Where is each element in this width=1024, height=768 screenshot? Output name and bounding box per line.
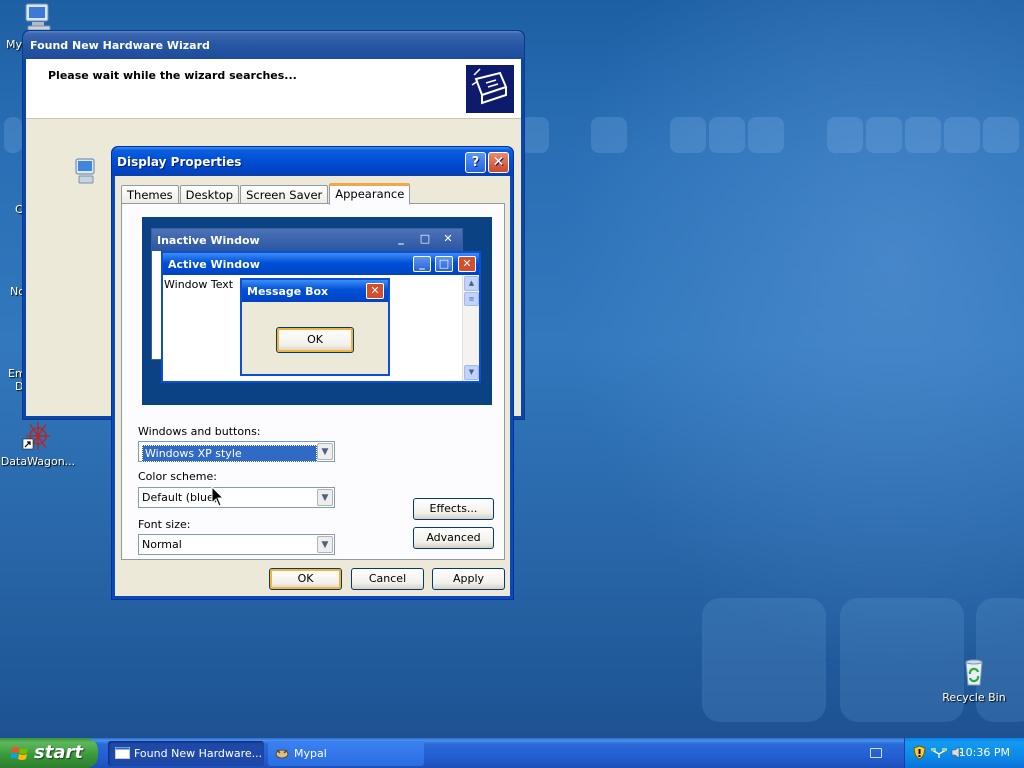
appearance-preview: Inactive Window _ □ ✕ Active Window _ □ … [142, 217, 492, 405]
scroll-up-icon: ▲ [464, 276, 479, 291]
taskbar-item-label: Found New Hardware... [134, 747, 263, 760]
font-size-label: Font size: [138, 518, 191, 531]
wizard-header: Please wait while the wizard searches... [26, 59, 521, 119]
computer-search-icon [74, 157, 98, 185]
my-computer-icon[interactable] [22, 2, 56, 32]
security-shield-icon[interactable] [913, 745, 926, 760]
wizard-message: Please wait while the wizard searches... [48, 69, 297, 82]
desktop-icon-datawagon[interactable]: DataWagon... [0, 420, 78, 468]
help-button[interactable]: ? [465, 152, 486, 173]
system-tray: 10:36 PM [904, 738, 1024, 768]
color-scheme-label: Color scheme: [138, 470, 217, 483]
chevron-down-icon[interactable]: ▼ [317, 443, 333, 460]
wizard-title[interactable]: Found New Hardware Wizard [23, 31, 524, 59]
datawagon-icon [22, 420, 54, 452]
desktop-icon-label: DataWagon... [0, 455, 76, 468]
scroll-thumb: ≡ [464, 292, 479, 306]
recycle-bin-icon [958, 656, 990, 688]
preview-inactive-title: Inactive Window [157, 234, 260, 247]
windows-flag-icon [11, 747, 28, 760]
windows-buttons-value: Windows XP style [142, 445, 317, 462]
start-button[interactable]: start [0, 738, 98, 768]
preview-maximize-icon: □ [419, 232, 431, 245]
taskbar: start Found New Hardware... Mypal 10:36 … [0, 738, 1024, 768]
network-icon[interactable] [931, 746, 947, 759]
preview-scrollbar: ▲ ≡ ▼ [462, 275, 479, 381]
dialog-content: Themes Desktop Screen Saver Appearance I… [115, 176, 510, 596]
preview-inactive-titlebar: Inactive Window _ □ ✕ [152, 229, 462, 251]
dialog-titlebar[interactable]: Display Properties ? ✕ [112, 147, 513, 176]
appearance-panel: Inactive Window _ □ ✕ Active Window _ □ … [121, 203, 505, 560]
preview-close-icon: ✕ [443, 232, 453, 245]
color-scheme-select[interactable]: Default (blue) ▼ [138, 487, 335, 508]
taskbar-item-mypal[interactable]: Mypal [268, 741, 424, 766]
cancel-button[interactable]: Cancel [351, 568, 424, 590]
preview-ok-button: OK [276, 327, 354, 353]
preview-window-text: Window Text [164, 278, 234, 291]
preview-maximize-icon: □ [435, 256, 453, 272]
keyboard-icon[interactable] [870, 748, 882, 758]
preview-minimize-icon: _ [413, 256, 431, 272]
preview-message-box-titlebar: Message Box ✕ [242, 280, 388, 302]
dialog-title: Display Properties [117, 155, 242, 169]
taskbar-item-hardware-wizard[interactable]: Found New Hardware... [108, 741, 264, 766]
preview-message-box: Message Box ✕ OK [240, 278, 390, 376]
apply-button[interactable]: Apply [432, 568, 505, 590]
tab-appearance[interactable]: Appearance [329, 183, 411, 205]
close-button[interactable]: ✕ [488, 152, 509, 173]
hardware-wizard-icon [465, 64, 515, 114]
tab-strip: Themes Desktop Screen Saver Appearance [121, 182, 411, 205]
desktop-label-my: My [6, 38, 23, 51]
font-size-value: Normal [142, 538, 182, 551]
mouse-cursor-icon [211, 486, 225, 507]
scroll-down-icon: ▼ [464, 365, 479, 380]
ok-button[interactable]: OK [269, 568, 342, 590]
preview-close-icon: ✕ [458, 256, 476, 272]
chevron-down-icon[interactable]: ▼ [317, 489, 333, 506]
chevron-down-icon[interactable]: ▼ [317, 536, 333, 553]
preview-active-titlebar: Active Window _ □ ✕ [163, 253, 479, 275]
windows-buttons-select[interactable]: Windows XP style ▼ [138, 441, 335, 462]
tab-desktop[interactable]: Desktop [179, 185, 240, 204]
taskbar-item-label: Mypal [294, 747, 327, 760]
display-properties-dialog[interactable]: Display Properties ? ✕ Themes Desktop Sc… [111, 146, 514, 600]
start-label: start [34, 742, 83, 763]
color-scheme-value: Default (blue) [142, 491, 219, 504]
tab-themes[interactable]: Themes [121, 185, 179, 204]
preview-message-box-title: Message Box [247, 285, 329, 298]
effects-button[interactable]: Effects... [413, 498, 494, 520]
desktop-icon-label: Recycle Bin [942, 691, 1006, 704]
window-icon [115, 747, 130, 759]
windows-buttons-label: Windows and buttons: [138, 425, 261, 438]
preview-active-title: Active Window [168, 258, 260, 271]
advanced-button[interactable]: Advanced [413, 527, 494, 549]
desktop-icon-recycle-bin[interactable]: Recycle Bin [934, 656, 1014, 704]
clock[interactable]: 10:36 PM [959, 746, 1010, 759]
mypal-icon [275, 749, 289, 759]
font-size-select[interactable]: Normal ▼ [138, 534, 335, 555]
preview-minimize-icon: _ [398, 232, 404, 245]
tab-screen-saver[interactable]: Screen Saver [240, 185, 329, 204]
preview-close-icon: ✕ [366, 283, 384, 299]
